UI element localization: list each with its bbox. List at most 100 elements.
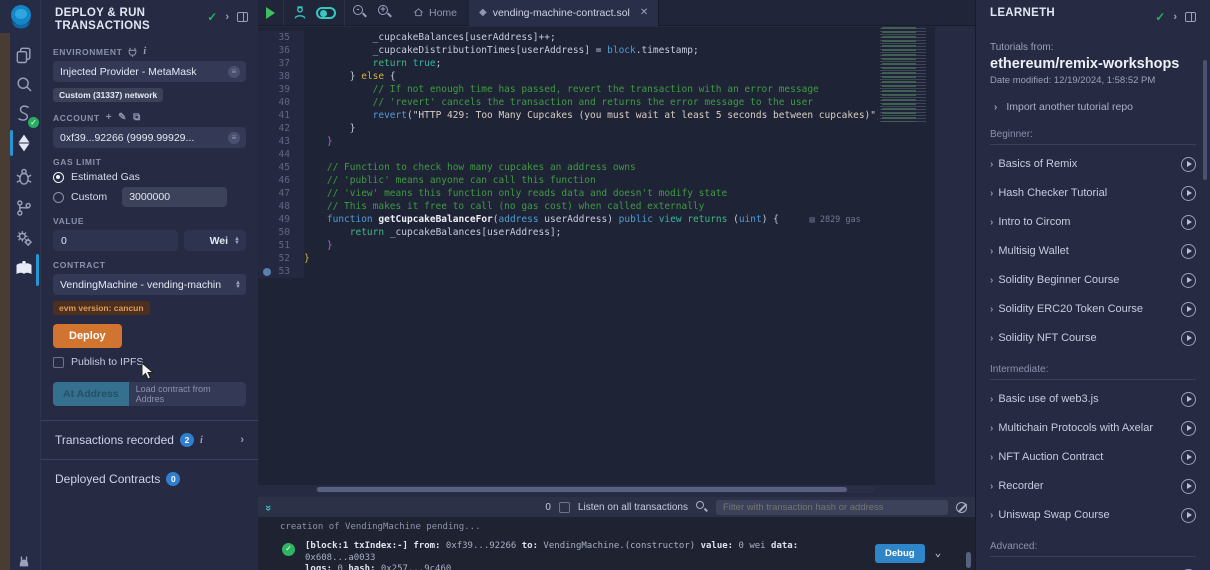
publish-ipfs-checkbox[interactable] bbox=[53, 357, 64, 368]
plugin-manager-icon[interactable] bbox=[13, 552, 35, 570]
custom-gas-input[interactable] bbox=[122, 187, 227, 207]
play-tutorial-icon[interactable] bbox=[1181, 392, 1196, 407]
tutorial-item[interactable]: ›Uniswap Swap Course bbox=[990, 505, 1196, 525]
tutorial-item[interactable]: ›Solidity Beginner Course bbox=[990, 270, 1196, 290]
debugger-icon[interactable] bbox=[13, 166, 35, 188]
line-number[interactable]: 41 bbox=[258, 109, 304, 122]
code-line[interactable]: 51 } bbox=[258, 239, 935, 252]
line-number[interactable]: 51 bbox=[258, 239, 304, 252]
code-line[interactable]: 52} bbox=[258, 252, 935, 265]
code-line[interactable]: 44 bbox=[258, 148, 935, 161]
code-line[interactable]: 43 } bbox=[258, 135, 935, 148]
at-address-button[interactable]: At Address bbox=[53, 382, 129, 406]
play-tutorial-icon[interactable] bbox=[1181, 302, 1196, 317]
line-number[interactable]: 37 bbox=[258, 57, 304, 70]
terminal-log[interactable]: creation of VendingMachine pending... ✓ … bbox=[258, 517, 975, 570]
learneth-collapse-icon[interactable]: › bbox=[1173, 11, 1177, 23]
edit-account-icon[interactable]: ✎ bbox=[118, 112, 127, 123]
environment-settings-icon[interactable]: ≡ bbox=[228, 66, 240, 78]
line-number[interactable]: 45 bbox=[258, 161, 304, 174]
toggle-switch-icon[interactable] bbox=[316, 7, 336, 19]
code-line[interactable]: 46 // 'public' means anyone can call thi… bbox=[258, 174, 935, 187]
tutorial-item[interactable]: ›Multisig Wallet bbox=[990, 241, 1196, 261]
tutorial-item[interactable]: ›Solidity NFT Course bbox=[990, 328, 1196, 348]
deploy-button[interactable]: Deploy bbox=[53, 324, 122, 348]
play-tutorial-icon[interactable] bbox=[1181, 157, 1196, 172]
tutorial-item[interactable]: ›Solidity ERC20 Token Course bbox=[990, 299, 1196, 319]
estimated-gas-radio[interactable] bbox=[53, 172, 64, 183]
clear-console-icon[interactable] bbox=[956, 502, 967, 513]
value-unit-select[interactable]: Wei ▲▼ bbox=[184, 230, 246, 251]
tab-active-file[interactable]: ◆ vending-machine-contract.sol ✕ bbox=[469, 0, 659, 26]
contract-select[interactable]: VendingMachine - vending-machin ▲▼ bbox=[53, 274, 246, 295]
deployed-contracts-row[interactable]: Deployed Contracts 0 bbox=[41, 460, 258, 498]
git-branch-icon[interactable] bbox=[13, 197, 35, 219]
play-tutorial-icon[interactable] bbox=[1181, 450, 1196, 465]
at-address-input[interactable]: Load contract from Addres bbox=[129, 382, 246, 406]
settings-gear-icon[interactable] bbox=[13, 227, 35, 249]
transactions-info-icon[interactable]: i bbox=[200, 435, 203, 446]
import-tutorial-repo[interactable]: › Import another tutorial repo bbox=[990, 101, 1196, 113]
play-tutorial-icon[interactable] bbox=[1181, 273, 1196, 288]
learneth-scrollbar[interactable] bbox=[1203, 60, 1207, 180]
play-tutorial-icon[interactable] bbox=[1181, 244, 1196, 259]
tutorial-item[interactable]: ›All about Proxy Contracts bbox=[990, 566, 1196, 570]
tutorial-item[interactable]: ›Recorder bbox=[990, 476, 1196, 496]
code-line[interactable]: 42 } bbox=[258, 122, 935, 135]
environment-select[interactable]: Injected Provider - MetaMask ≡ bbox=[53, 61, 246, 82]
code-line[interactable]: 41 revert("HTTP 429: Too Many Cupcakes (… bbox=[258, 109, 935, 122]
add-account-icon[interactable]: + bbox=[106, 112, 112, 123]
transactions-recorded-row[interactable]: Transactions recorded 2 i › bbox=[41, 421, 258, 459]
line-number[interactable]: 50 bbox=[258, 226, 304, 239]
panel-collapse-icon[interactable]: › bbox=[225, 11, 229, 23]
tutorial-item[interactable]: ›Basic use of web3.js bbox=[990, 389, 1196, 409]
learneth-window-icon[interactable] bbox=[1185, 12, 1196, 22]
play-tutorial-icon[interactable] bbox=[1181, 186, 1196, 201]
line-number[interactable]: 48 bbox=[258, 200, 304, 213]
play-tutorial-icon[interactable] bbox=[1181, 331, 1196, 346]
code-line[interactable]: 39 // If not enough time has passed, rev… bbox=[258, 83, 935, 96]
zoom-out-icon[interactable]: - bbox=[353, 5, 368, 20]
value-input[interactable]: 0 bbox=[53, 230, 178, 251]
account-settings-icon[interactable]: ≡ bbox=[228, 132, 240, 144]
editor-minimap[interactable] bbox=[878, 27, 934, 122]
custom-gas-option[interactable]: Custom bbox=[53, 187, 246, 207]
code-line[interactable]: 45 // Function to check how many cupcake… bbox=[258, 161, 935, 174]
custom-gas-radio[interactable] bbox=[53, 192, 64, 203]
transactions-expand-icon[interactable]: › bbox=[240, 434, 244, 446]
line-number[interactable]: 42 bbox=[258, 122, 304, 135]
line-number[interactable]: 35 bbox=[258, 31, 304, 44]
line-number[interactable]: 44 bbox=[258, 148, 304, 161]
code-line[interactable]: 53 bbox=[258, 265, 935, 278]
tutorial-item[interactable]: ›Hash Checker Tutorial bbox=[990, 183, 1196, 203]
tutorial-item[interactable]: ›Intro to Circom bbox=[990, 212, 1196, 232]
breakpoint-icon[interactable] bbox=[263, 268, 271, 276]
code-line[interactable]: 38 } else { bbox=[258, 70, 935, 83]
line-number[interactable]: 49 bbox=[258, 213, 304, 226]
file-explorer-icon[interactable] bbox=[13, 44, 35, 66]
line-number[interactable]: 47 bbox=[258, 187, 304, 200]
listen-checkbox[interactable] bbox=[559, 502, 570, 513]
tutorial-item[interactable]: ›Basics of Remix bbox=[990, 154, 1196, 174]
line-number[interactable]: 40 bbox=[258, 96, 304, 109]
code-line[interactable]: 35 _cupcakeBalances[userAddress]++; bbox=[258, 31, 935, 44]
line-number[interactable]: 52 bbox=[258, 252, 304, 265]
play-tutorial-icon[interactable] bbox=[1181, 215, 1196, 230]
account-select[interactable]: 0xf39...92266 (9999.99929... ≡ bbox=[53, 127, 246, 148]
play-tutorial-icon[interactable] bbox=[1181, 421, 1196, 436]
tab-home[interactable]: Home bbox=[401, 0, 469, 26]
tutorial-item[interactable]: ›NFT Auction Contract bbox=[990, 447, 1196, 467]
play-tutorial-icon[interactable] bbox=[1181, 508, 1196, 523]
line-number[interactable]: 43 bbox=[258, 135, 304, 148]
run-script-button[interactable] bbox=[258, 0, 284, 26]
line-number[interactable]: 38 bbox=[258, 70, 304, 83]
code-editor[interactable]: 35 _cupcakeBalances[userAddress]++;36 _c… bbox=[258, 27, 935, 485]
learneth-book-icon[interactable] bbox=[13, 258, 35, 280]
line-number[interactable]: 36 bbox=[258, 44, 304, 57]
solidity-compiler-icon[interactable]: ✓ bbox=[13, 102, 35, 124]
code-line[interactable]: 37 return true; bbox=[258, 57, 935, 70]
environment-info-icon[interactable]: i bbox=[143, 46, 146, 57]
panel-window-icon[interactable] bbox=[237, 12, 248, 22]
line-number[interactable]: 39 bbox=[258, 83, 304, 96]
debug-button[interactable]: Debug bbox=[875, 544, 925, 563]
